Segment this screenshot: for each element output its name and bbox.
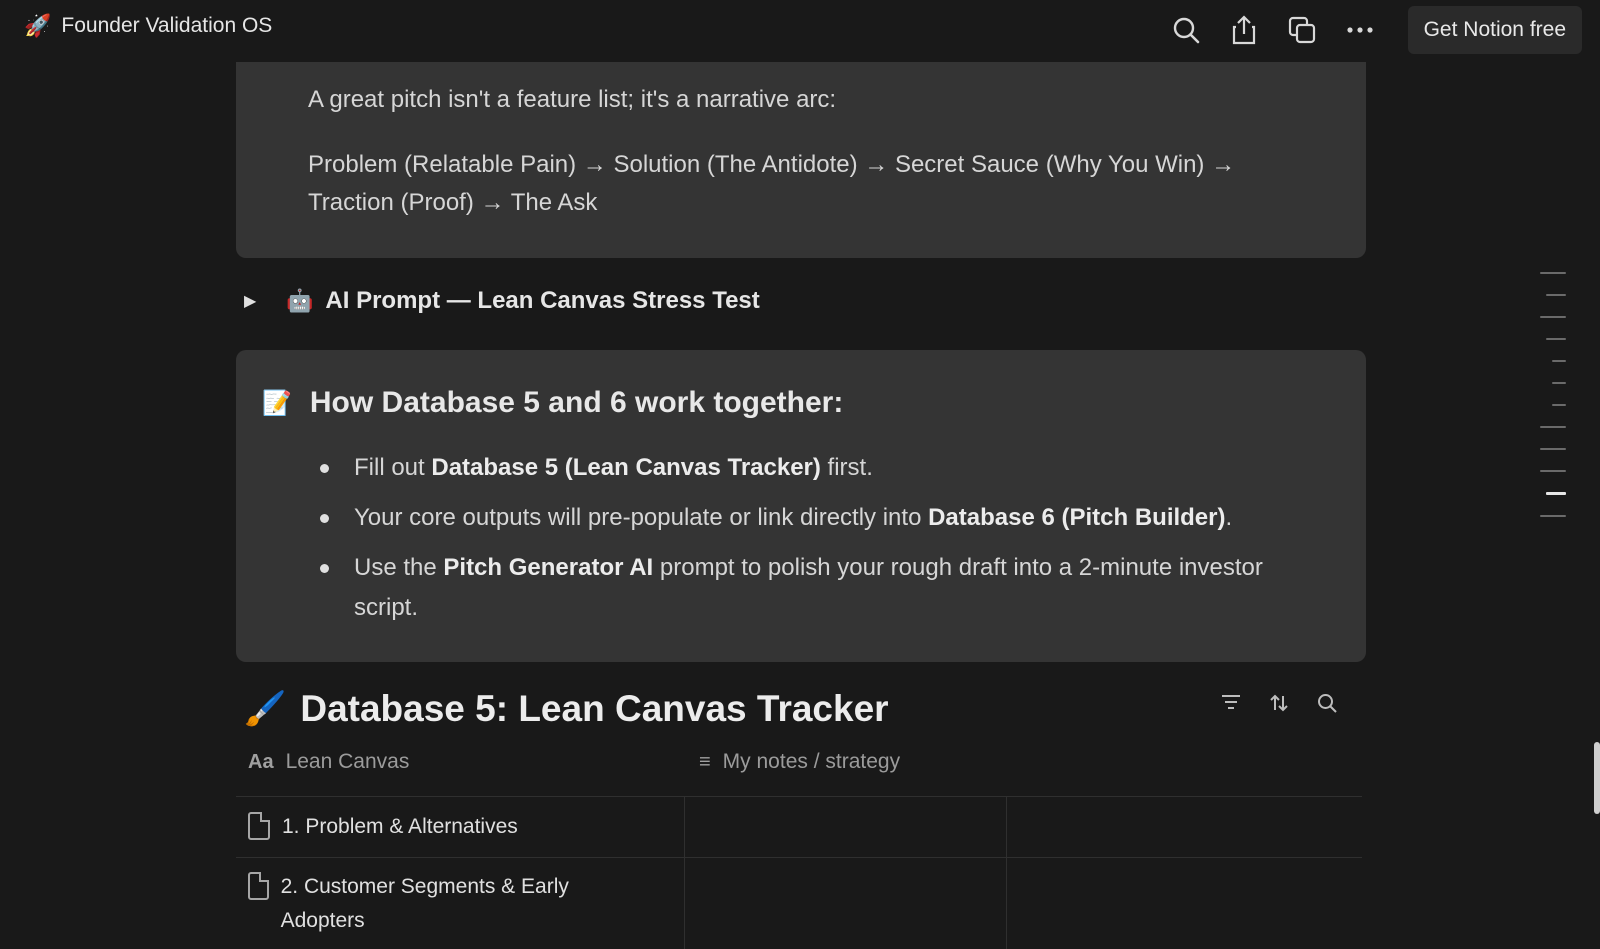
table-of-contents-minimap[interactable] [1540, 272, 1570, 537]
table-row[interactable]: 2. Customer Segments & Early Adopters [248, 870, 628, 938]
duplicate-icon[interactable] [1286, 14, 1318, 46]
paintbrush-icon: 🖌️ [244, 690, 287, 728]
column-header-lean-canvas[interactable]: Aa Lean Canvas [248, 750, 409, 774]
toc-marker[interactable] [1552, 404, 1566, 406]
database-title[interactable]: 🖌️ Database 5: Lean Canvas Tracker [244, 688, 889, 730]
toc-marker[interactable] [1540, 515, 1566, 517]
search-icon[interactable] [1170, 14, 1202, 46]
toc-marker[interactable] [1552, 382, 1566, 384]
table-divider [236, 857, 1362, 858]
page-icon [248, 812, 270, 840]
get-notion-free-button[interactable]: Get Notion free [1407, 6, 1582, 54]
title-property-icon: Aa [248, 750, 274, 773]
database-title-text[interactable]: Database 5: Lean Canvas Tracker [300, 688, 888, 730]
filter-icon[interactable] [1218, 693, 1244, 719]
page-icon [248, 872, 269, 900]
ai-prompt-toggle[interactable]: ▶ 🤖 AI Prompt — Lean Canvas Stress Test [244, 287, 760, 315]
callout-heading: 📝 How Database 5 and 6 work together: [262, 386, 843, 420]
bullet-list: Fill out Database 5 (Lean Canvas Tracker… [316, 448, 1326, 638]
table-divider [684, 797, 685, 949]
table-row[interactable]: 1. Problem & Alternatives [248, 810, 518, 844]
row-title[interactable]: 1. Problem & Alternatives [282, 810, 518, 844]
callout-text: A great pitch isn't a feature list; it's… [308, 86, 837, 113]
table-divider [1006, 797, 1007, 949]
list-item: Fill out Database 5 (Lean Canvas Tracker… [316, 448, 1326, 488]
sort-icon[interactable] [1266, 693, 1292, 719]
toc-marker[interactable] [1546, 294, 1566, 296]
list-item: Your core outputs will pre-populate or l… [316, 498, 1326, 538]
pitch-arc-callout: A great pitch isn't a feature list; it's… [236, 62, 1366, 258]
top-actions: Get Notion free [1170, 6, 1582, 54]
page-breadcrumb[interactable]: 🚀 Founder Validation OS [24, 14, 272, 38]
toc-marker[interactable] [1540, 316, 1566, 318]
text-property-icon: ≡ [699, 750, 711, 773]
list-item: Use the Pitch Generator AI prompt to pol… [316, 548, 1326, 628]
scrollbar[interactable] [1594, 742, 1600, 814]
database-info-callout: 📝 How Database 5 and 6 work together: Fi… [236, 350, 1366, 662]
rocket-icon: 🚀 [24, 13, 52, 38]
page-title: Founder Validation OS [61, 14, 273, 37]
memo-icon: 📝 [262, 389, 292, 417]
toc-marker[interactable] [1552, 360, 1566, 362]
row-title[interactable]: 2. Customer Segments & Early Adopters [281, 870, 628, 938]
toc-marker[interactable] [1540, 426, 1566, 428]
callout-text: Problem (Relatable Pain) → Solution (The… [308, 151, 1236, 216]
toc-marker[interactable] [1540, 470, 1566, 472]
column-label: Lean Canvas [285, 750, 410, 773]
database-toolbar [1218, 693, 1340, 719]
toc-marker[interactable] [1546, 338, 1566, 340]
toggle-triangle-icon[interactable]: ▶ [244, 291, 264, 311]
callout-heading-text: How Database 5 and 6 work together: [309, 386, 844, 419]
robot-icon: 🤖 [286, 288, 314, 313]
column-label: My notes / strategy [722, 750, 901, 773]
toc-marker[interactable] [1540, 272, 1566, 274]
column-header-notes[interactable]: ≡ My notes / strategy [699, 750, 900, 774]
toggle-label: AI Prompt — Lean Canvas Stress Test [325, 287, 760, 314]
toc-marker[interactable] [1540, 448, 1566, 450]
toc-marker-active[interactable] [1546, 492, 1566, 495]
share-icon[interactable] [1228, 14, 1260, 46]
database-search-icon[interactable] [1314, 693, 1340, 719]
more-icon[interactable] [1344, 14, 1376, 46]
table-divider [236, 796, 1362, 797]
top-bar: 🚀 Founder Validation OS Get Notion free [0, 0, 1600, 60]
